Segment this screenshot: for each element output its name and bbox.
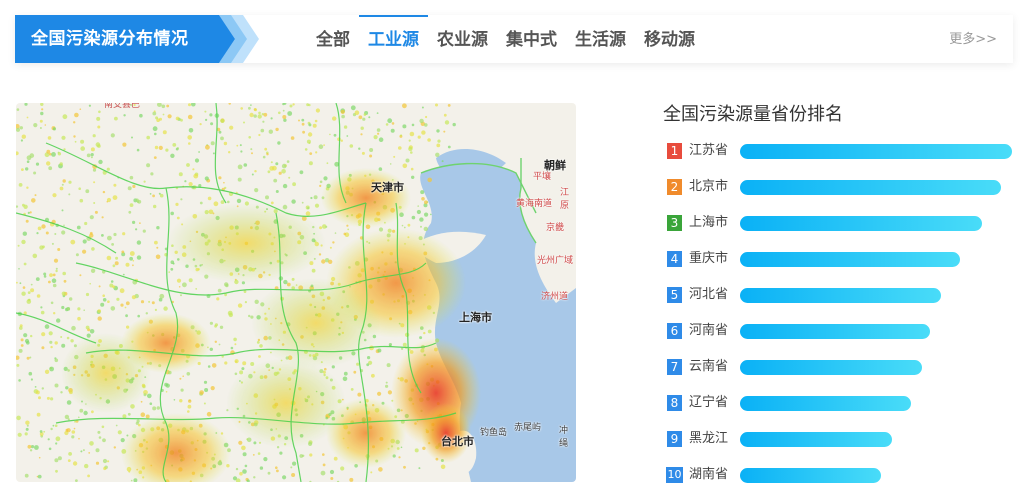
ranking-row[interactable]: 1 江苏省 <box>665 142 1015 160</box>
rank-number-badge: 9 <box>667 431 682 447</box>
pollution-heat-map[interactable]: 南艾县巴 天津市 上海市 台北市 朝鲜 平壤 江原 黄海南道 京畿 光州广域 济… <box>16 103 576 482</box>
section-title: 全国污染源分布情况 <box>31 29 189 49</box>
province-name: 湖南省 <box>689 467 729 482</box>
rank-number-badge: 7 <box>667 359 682 375</box>
ranking-row[interactable]: 10 湖南省 <box>665 466 1015 484</box>
more-link[interactable]: 更多>> <box>949 15 997 65</box>
map-label-jiangyuan: 江原 <box>560 188 570 211</box>
map-label-diaoyudao: 钓鱼岛 <box>480 428 508 438</box>
map-label-chongsheng: 冲绳 <box>559 426 569 449</box>
tab-domestic[interactable]: 生活源 <box>566 15 635 63</box>
category-tabs: 全部 工业源 农业源 集中式 生活源 移动源 <box>307 15 704 63</box>
ranking-bar <box>740 324 930 339</box>
map-label-jizhoudao: 济州道 <box>541 292 569 302</box>
map-label-chiweiyu: 赤尾屿 <box>514 423 542 433</box>
map-label-shanghai: 上海市 <box>459 311 492 324</box>
ranking-bar <box>740 252 960 267</box>
rank-number-badge: 6 <box>667 323 682 339</box>
ranking-bar <box>740 360 922 375</box>
rank-number-badge: 8 <box>667 395 682 411</box>
rank-number-badge: 3 <box>667 215 682 231</box>
province-name: 江苏省 <box>689 143 729 158</box>
ranking-row[interactable]: 5 河北省 <box>665 286 1015 304</box>
ranking-bar <box>740 216 982 231</box>
province-name: 辽宁省 <box>689 395 729 410</box>
province-name: 重庆市 <box>689 251 729 266</box>
map-label-tianjin: 天津市 <box>371 181 404 194</box>
map-label-taibei: 台北市 <box>441 435 474 448</box>
ranking-row[interactable]: 9 黑龙江 <box>665 430 1015 448</box>
tab-agricultural[interactable]: 农业源 <box>428 15 497 63</box>
province-name: 北京市 <box>689 179 729 194</box>
ranking-bar <box>740 432 892 447</box>
rank-number-badge: 2 <box>667 179 682 195</box>
tab-all[interactable]: 全部 <box>307 15 359 63</box>
province-name: 河南省 <box>689 323 729 338</box>
ranking-row[interactable]: 2 北京市 <box>665 178 1015 196</box>
map-label-jingji: 京畿 <box>546 223 565 233</box>
rank-number-badge: 4 <box>667 251 682 267</box>
map-label-pingrang: 平壤 <box>533 172 552 182</box>
ranking-row[interactable]: 6 河南省 <box>665 322 1015 340</box>
tab-mobile[interactable]: 移动源 <box>635 15 704 63</box>
ranking-row[interactable]: 3 上海市 <box>665 214 1015 232</box>
rank-number-badge: 5 <box>667 287 682 303</box>
rank-number-badge: 1 <box>667 143 682 159</box>
ranking-bar <box>740 180 1001 195</box>
ranking-bar <box>740 288 941 303</box>
rank-number-badge: 10 <box>666 467 683 483</box>
ranking-bar <box>740 144 1012 159</box>
province-name: 河北省 <box>689 287 729 302</box>
ranking-bar <box>740 468 881 483</box>
tab-industrial[interactable]: 工业源 <box>359 15 428 63</box>
section-title-badge: 全国污染源分布情况 <box>15 15 285 63</box>
ranking-title: 全国污染源量省份排名 <box>663 104 843 125</box>
ranking-row[interactable]: 4 重庆市 <box>665 250 1015 268</box>
tab-centralized[interactable]: 集中式 <box>497 15 566 63</box>
svg-text:南艾县巴: 南艾县巴 <box>104 103 140 109</box>
province-name: 上海市 <box>689 215 729 230</box>
ranking-row[interactable]: 7 云南省 <box>665 358 1015 376</box>
header-bar: 全国污染源分布情况 全部 工业源 农业源 集中式 生活源 移动源 更多>> <box>15 15 1013 63</box>
ranking-bar <box>740 396 911 411</box>
map-label-guangzhouhu: 光州广域 <box>537 256 574 266</box>
province-name: 云南省 <box>689 359 729 374</box>
ranking-row[interactable]: 8 辽宁省 <box>665 394 1015 412</box>
province-name: 黑龙江 <box>689 431 729 446</box>
map-label-huanghainandao: 黄海南道 <box>516 199 553 209</box>
